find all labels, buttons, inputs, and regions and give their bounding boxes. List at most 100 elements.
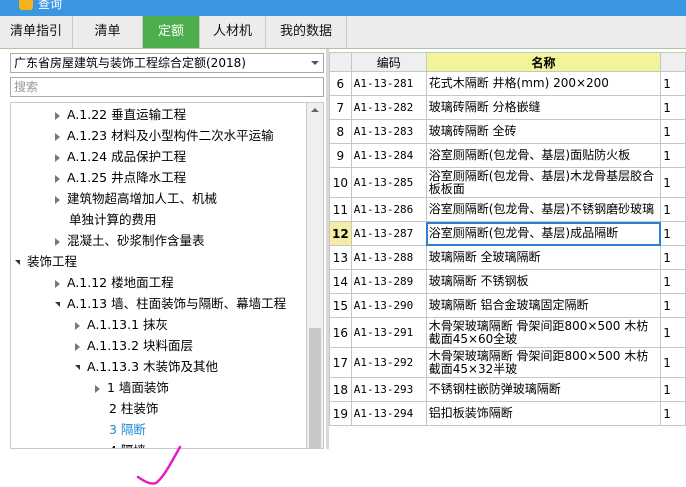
row-index[interactable]: 16 [329,317,352,348]
table-row[interactable]: 8 A1-13-283 玻璃砖隔断 全砖 1 [329,119,686,144]
quota-code[interactable]: A1-13-293 [350,377,427,402]
quota-name[interactable]: 玻璃砖隔断 分格嵌缝 [425,95,662,120]
quota-code[interactable]: A1-13-282 [350,95,427,120]
collapsed-arrow-icon[interactable] [55,237,60,246]
tree-node[interactable]: A.1.25 井点降水工程 [55,167,186,188]
quota-extra[interactable]: 1 [660,347,686,378]
quota-name[interactable]: 玻璃砖隔断 全砖 [425,119,662,144]
quota-name[interactable]: 浴室厕隔断(包龙骨、基层)不锈钢磨砂玻璃 [425,197,662,222]
tab-my-data[interactable]: 我的数据 [266,16,347,48]
table-row[interactable]: 13 A1-13-288 玻璃隔断 全玻璃隔断 1 [329,245,686,270]
collapsed-arrow-icon[interactable] [55,195,60,204]
row-index[interactable]: 6 [329,71,352,96]
header-name[interactable]: 名称 [425,52,662,72]
tree-scrollbar[interactable] [306,102,324,449]
row-index[interactable]: 15 [329,293,352,318]
header-code[interactable]: 编码 [350,52,427,72]
quota-extra[interactable]: 1 [660,95,686,120]
quota-code[interactable]: A1-13-284 [350,143,427,168]
collapsed-arrow-icon[interactable] [55,279,60,288]
quota-extra[interactable]: 1 [660,221,686,246]
collapsed-arrow-icon[interactable] [55,174,60,183]
row-index[interactable]: 19 [329,401,352,426]
table-row[interactable]: 16 A1-13-291 木骨架玻璃隔断 骨架间距800×500 木枋截面45×60… [329,317,686,348]
tree-node[interactable]: 装饰工程 [15,251,77,272]
quota-name[interactable]: 木骨架玻璃隔断 骨架间距800×500 木枋截面45×60全玻 [425,317,662,348]
quota-code[interactable]: A1-13-289 [350,269,427,294]
tree-node[interactable]: 1 墙面装饰 [95,377,169,398]
table-row[interactable]: 12 A1-13-287 浴室厕隔断(包龙骨、基层)成品隔断 1 [329,221,686,246]
collapsed-arrow-icon[interactable] [55,132,60,141]
row-index[interactable]: 8 [329,119,352,144]
quota-extra[interactable]: 1 [660,143,686,168]
expanded-arrow-icon[interactable] [75,365,80,370]
table-row[interactable]: 6 A1-13-281 花式木隔断 井格(mm) 200×200 1 [329,71,686,96]
quota-name[interactable]: 玻璃隔断 全玻璃隔断 [425,245,662,270]
quota-extra[interactable]: 1 [660,119,686,144]
tree-node[interactable]: A.1.12 楼地面工程 [55,272,174,293]
expanded-arrow-icon[interactable] [55,302,60,307]
quota-extra[interactable]: 1 [660,167,686,198]
quota-name[interactable]: 花式木隔断 井格(mm) 200×200 [425,71,662,96]
collapsed-arrow-icon[interactable] [55,111,60,120]
table-row[interactable]: 14 A1-13-289 玻璃隔断 不锈钢板 1 [329,269,686,294]
table-row[interactable]: 11 A1-13-286 浴室厕隔断(包龙骨、基层)不锈钢磨砂玻璃 1 [329,197,686,222]
row-index[interactable]: 13 [329,245,352,270]
quota-extra[interactable]: 1 [660,293,686,318]
quota-code[interactable]: A1-13-288 [350,245,427,270]
quota-extra[interactable]: 1 [660,245,686,270]
quota-name[interactable]: 不锈钢柱嵌防弹玻璃隔断 [425,377,662,402]
chevron-down-icon[interactable] [311,61,319,65]
collapsed-arrow-icon[interactable] [75,342,80,351]
row-index[interactable]: 11 [329,197,352,222]
quota-extra[interactable]: 1 [660,269,686,294]
quota-name[interactable]: 铝扣板装饰隔断 [425,401,662,426]
quota-code[interactable]: A1-13-286 [350,197,427,222]
quota-library-select[interactable]: 广东省房屋建筑与装饰工程综合定额(2018) [10,53,324,73]
quota-extra[interactable]: 1 [660,71,686,96]
row-index[interactable]: 7 [329,95,352,120]
quota-name[interactable]: 浴室厕隔断(包龙骨、基层)成品隔断 [425,221,662,246]
quota-name[interactable]: 浴室厕隔断(包龙骨、基层)木龙骨基层胶合板板面 [425,167,662,198]
search-input[interactable] [10,77,324,97]
quota-code[interactable]: A1-13-291 [350,317,427,348]
table-row[interactable]: 10 A1-13-285 浴室厕隔断(包龙骨、基层)木龙骨基层胶合板板面 1 [329,167,686,198]
table-row[interactable]: 9 A1-13-284 浴室厕隔断(包龙骨、基层)面贴防火板 1 [329,143,686,168]
tree-node[interactable]: 单独计算的费用 [69,209,157,230]
tree-node[interactable]: 混凝土、砂浆制作含量表 [55,230,205,251]
quota-extra[interactable]: 1 [660,377,686,402]
tab-labor-material-machine[interactable]: 人材机 [200,16,266,48]
expanded-arrow-icon[interactable] [15,260,20,265]
quota-name[interactable]: 木骨架玻璃隔断 骨架间距800×500 木枋截面45×32半玻 [425,347,662,378]
quota-name[interactable]: 浴室厕隔断(包龙骨、基层)面贴防火板 [425,143,662,168]
quota-extra[interactable]: 1 [660,401,686,426]
row-index[interactable]: 10 [329,167,352,198]
table-row[interactable]: 17 A1-13-292 木骨架玻璃隔断 骨架间距800×500 木枋截面45×32… [329,347,686,378]
tree-node[interactable]: A.1.22 垂直运输工程 [55,104,186,125]
table-row[interactable]: 7 A1-13-282 玻璃砖隔断 分格嵌缝 1 [329,95,686,120]
table-row[interactable]: 15 A1-13-290 玻璃隔断 铝合金玻璃固定隔断 1 [329,293,686,318]
collapsed-arrow-icon[interactable] [95,384,100,393]
quota-code[interactable]: A1-13-287 [350,221,427,246]
quota-name[interactable]: 玻璃隔断 铝合金玻璃固定隔断 [425,293,662,318]
tree-node[interactable]: A.1.24 成品保护工程 [55,146,186,167]
tree-node[interactable]: 2 柱装饰 [109,398,158,419]
tree-node[interactable]: A.1.13.3 木装饰及其他 [75,356,218,377]
tree-node[interactable]: A.1.13.2 块料面层 [75,335,193,356]
row-index[interactable]: 12 [329,221,352,246]
quota-extra[interactable]: 1 [660,197,686,222]
tree-node[interactable]: 建筑物超高增加人工、机械 [55,188,217,209]
quota-code[interactable]: A1-13-285 [350,167,427,198]
collapsed-arrow-icon[interactable] [55,153,60,162]
tree-node[interactable]: A.1.23 材料及小型构件二次水平运输 [55,125,274,146]
quota-code[interactable]: A1-13-292 [350,347,427,378]
quota-code[interactable]: A1-13-294 [350,401,427,426]
quota-name[interactable]: 玻璃隔断 不锈钢板 [425,269,662,294]
table-row[interactable]: 19 A1-13-294 铝扣板装饰隔断 1 [329,401,686,426]
row-index[interactable]: 18 [329,377,352,402]
tree-node[interactable]: 3 隔断 [109,419,146,440]
quota-code[interactable]: A1-13-281 [350,71,427,96]
tree-node[interactable]: A.1.13 墙、柱面装饰与隔断、幕墙工程 [55,293,286,314]
table-row[interactable]: 18 A1-13-293 不锈钢柱嵌防弹玻璃隔断 1 [329,377,686,402]
tab-bill[interactable]: 清单 [73,16,143,48]
